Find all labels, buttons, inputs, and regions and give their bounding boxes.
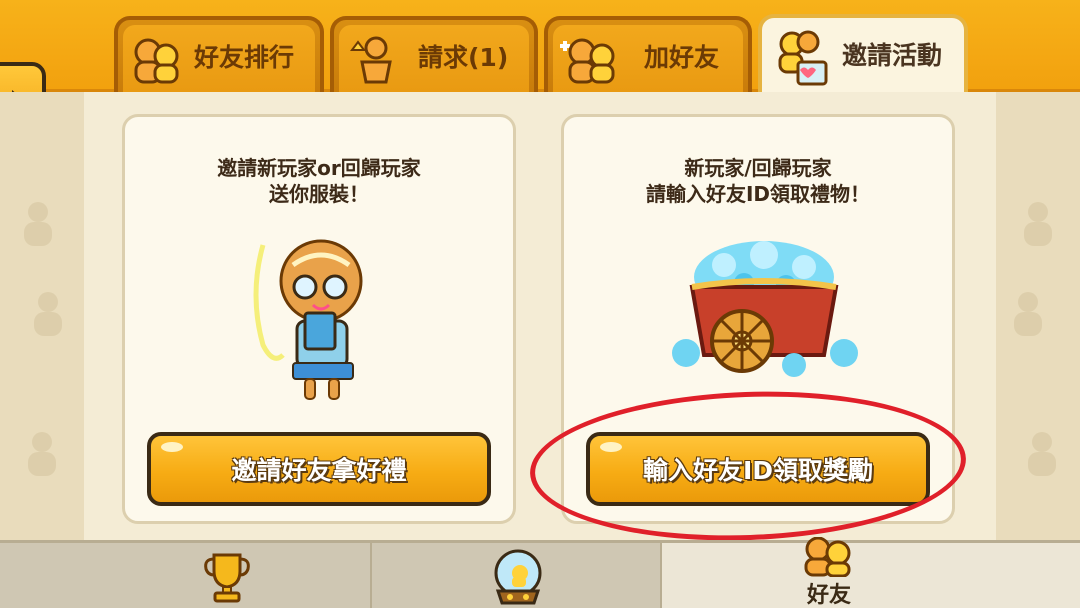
bottom-nav: 好友 <box>0 537 1080 608</box>
tab-add-friend[interactable]: 加好友 <box>544 16 752 92</box>
cookie-silhouette-icon <box>24 202 52 246</box>
top-tab-bar: 好友排行 請求(1) 加好友 邀請活動 <box>0 0 1080 94</box>
invite-friends-button-label: 邀請好友拿好禮 <box>231 456 407 485</box>
tab-invite-event[interactable]: 邀請活動 <box>758 14 968 94</box>
crystal-cart-icon <box>672 241 858 377</box>
nav-snow-globe[interactable] <box>372 543 662 608</box>
invite-card: 邀請新玩家or回歸玩家 送你服裝！ 邀請好友拿好禮 <box>122 114 516 524</box>
snow-globe-icon <box>494 549 542 605</box>
cookie-silhouette-icon <box>1028 432 1056 476</box>
redeem-card-line2: 請輸入好友ID領取禮物！ <box>645 182 871 206</box>
cookie-silhouette-icon <box>34 292 62 336</box>
invite-card-text: 邀請新玩家or回歸玩家 送你服裝！ <box>125 155 513 207</box>
cookie-silhouette-icon <box>1024 202 1052 246</box>
invite-friends-button[interactable]: 邀請好友拿好禮 <box>147 432 491 506</box>
cookie-character-icon <box>253 239 363 400</box>
tab-label: 邀請活動 <box>842 41 943 70</box>
invite-event-icon <box>778 30 828 86</box>
nav-trophy[interactable] <box>0 543 372 608</box>
nav-friends-label: 好友 <box>806 583 851 608</box>
tab-requests[interactable]: 請求(1) <box>330 16 538 92</box>
cookie-silhouette-icon <box>28 432 56 476</box>
request-icon <box>350 36 392 84</box>
trophy-icon <box>204 553 250 603</box>
friends-ranking-icon <box>134 38 179 84</box>
tab-label: 請求(1) <box>418 43 509 72</box>
invite-card-line1: 邀請新玩家or回歸玩家 <box>217 156 421 180</box>
redeem-card-line1: 新玩家/回歸玩家 <box>684 156 832 180</box>
invite-card-line2: 送你服裝！ <box>269 182 369 206</box>
button-shine <box>161 442 183 452</box>
friends-icon <box>804 537 851 577</box>
cookie-silhouette-icon <box>1014 292 1042 336</box>
tab-friend-ranking[interactable]: 好友排行 <box>114 16 324 92</box>
add-friend-icon <box>560 38 615 84</box>
tab-label: 好友排行 <box>194 43 295 72</box>
redeem-card-text: 新玩家/回歸玩家 請輸入好友ID領取禮物！ <box>564 155 952 207</box>
nav-friends[interactable]: 好友 <box>662 537 1080 608</box>
tab-label: 加好友 <box>644 43 720 72</box>
